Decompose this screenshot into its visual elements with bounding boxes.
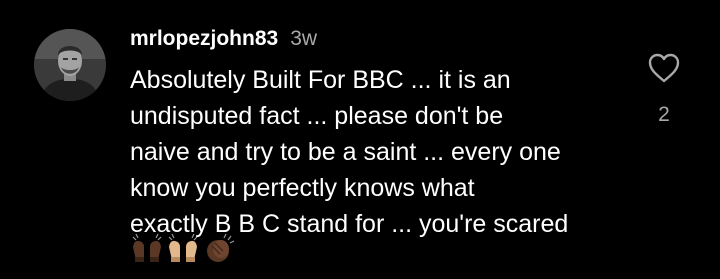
- like-count: 2: [658, 103, 670, 126]
- avatar[interactable]: [34, 29, 106, 101]
- username[interactable]: mrlopezjohn83: [130, 27, 278, 51]
- raising-hands-medium-light-emoji: [168, 233, 198, 262]
- heart-icon[interactable]: [647, 52, 681, 84]
- emoji-reactions: [130, 233, 236, 263]
- avatar-image: [34, 29, 106, 101]
- comment-text-line: Absolutely Built For BBC ... it is an: [130, 66, 511, 94]
- clapping-hands-dark-emoji: [207, 233, 235, 262]
- raising-hands-dark-emoji: [132, 233, 162, 262]
- comment-age: 3w: [290, 27, 318, 50]
- comment-text-line: naive and try to be a saint ... every on…: [130, 138, 561, 166]
- comment-header: mrlopezjohn83 3w: [130, 27, 317, 53]
- comment-text-line: undisputed fact ... please don't be: [130, 102, 504, 130]
- like-area: 2: [640, 52, 688, 127]
- comment-text-line: know you perfectly knows what: [130, 174, 475, 202]
- comment-text: Absolutely Built For BBC ... it is an un…: [130, 62, 630, 242]
- comment-item: mrlopezjohn83 3w Absolutely Built For BB…: [0, 0, 720, 279]
